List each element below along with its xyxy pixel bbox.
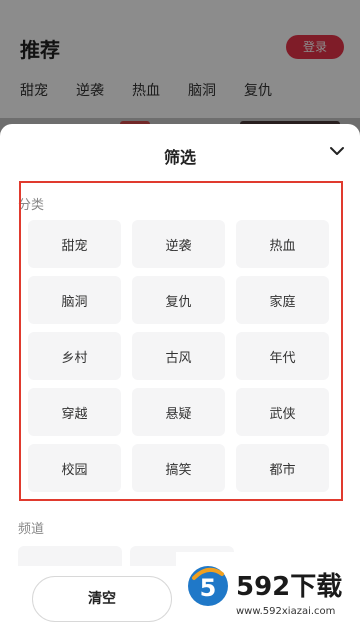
category-chip[interactable]: 复仇 <box>132 276 225 324</box>
watermark-brand: 592下载 <box>236 572 343 602</box>
category-chip[interactable]: 甜宠 <box>28 220 121 268</box>
category-chip[interactable]: 逆袭 <box>132 220 225 268</box>
category-chip[interactable]: 武侠 <box>236 388 329 436</box>
brand-logo-icon: 5 <box>188 566 228 606</box>
category-chip[interactable]: 古风 <box>132 332 225 380</box>
category-chip[interactable]: 都市 <box>236 444 329 492</box>
category-chip[interactable]: 脑洞 <box>28 276 121 324</box>
watermark-url: www.592xiazai.com <box>236 606 336 617</box>
svg-text:5: 5 <box>200 574 217 602</box>
category-chip[interactable]: 年代 <box>236 332 329 380</box>
category-chip[interactable]: 热血 <box>236 220 329 268</box>
category-chip[interactable]: 搞笑 <box>132 444 225 492</box>
category-chip[interactable]: 穿越 <box>28 388 121 436</box>
chevron-down-icon[interactable] <box>328 142 346 160</box>
sheet-title: 筛选 <box>163 148 196 167</box>
watermark: 5 592下载 www.592xiazai.com <box>176 552 360 640</box>
category-chip[interactable]: 家庭 <box>236 276 329 324</box>
category-chip[interactable]: 校园 <box>28 444 121 492</box>
clear-button[interactable]: 清空 <box>32 576 172 622</box>
channel-chip[interactable] <box>18 546 122 566</box>
channel-section-label: 频道 <box>18 522 45 537</box>
category-chip[interactable]: 悬疑 <box>132 388 225 436</box>
category-chip[interactable]: 乡村 <box>28 332 121 380</box>
category-grid: 甜宠 逆袭 热血 脑洞 复仇 家庭 乡村 古风 年代 穿越 悬疑 武侠 校园 搞… <box>28 220 332 492</box>
